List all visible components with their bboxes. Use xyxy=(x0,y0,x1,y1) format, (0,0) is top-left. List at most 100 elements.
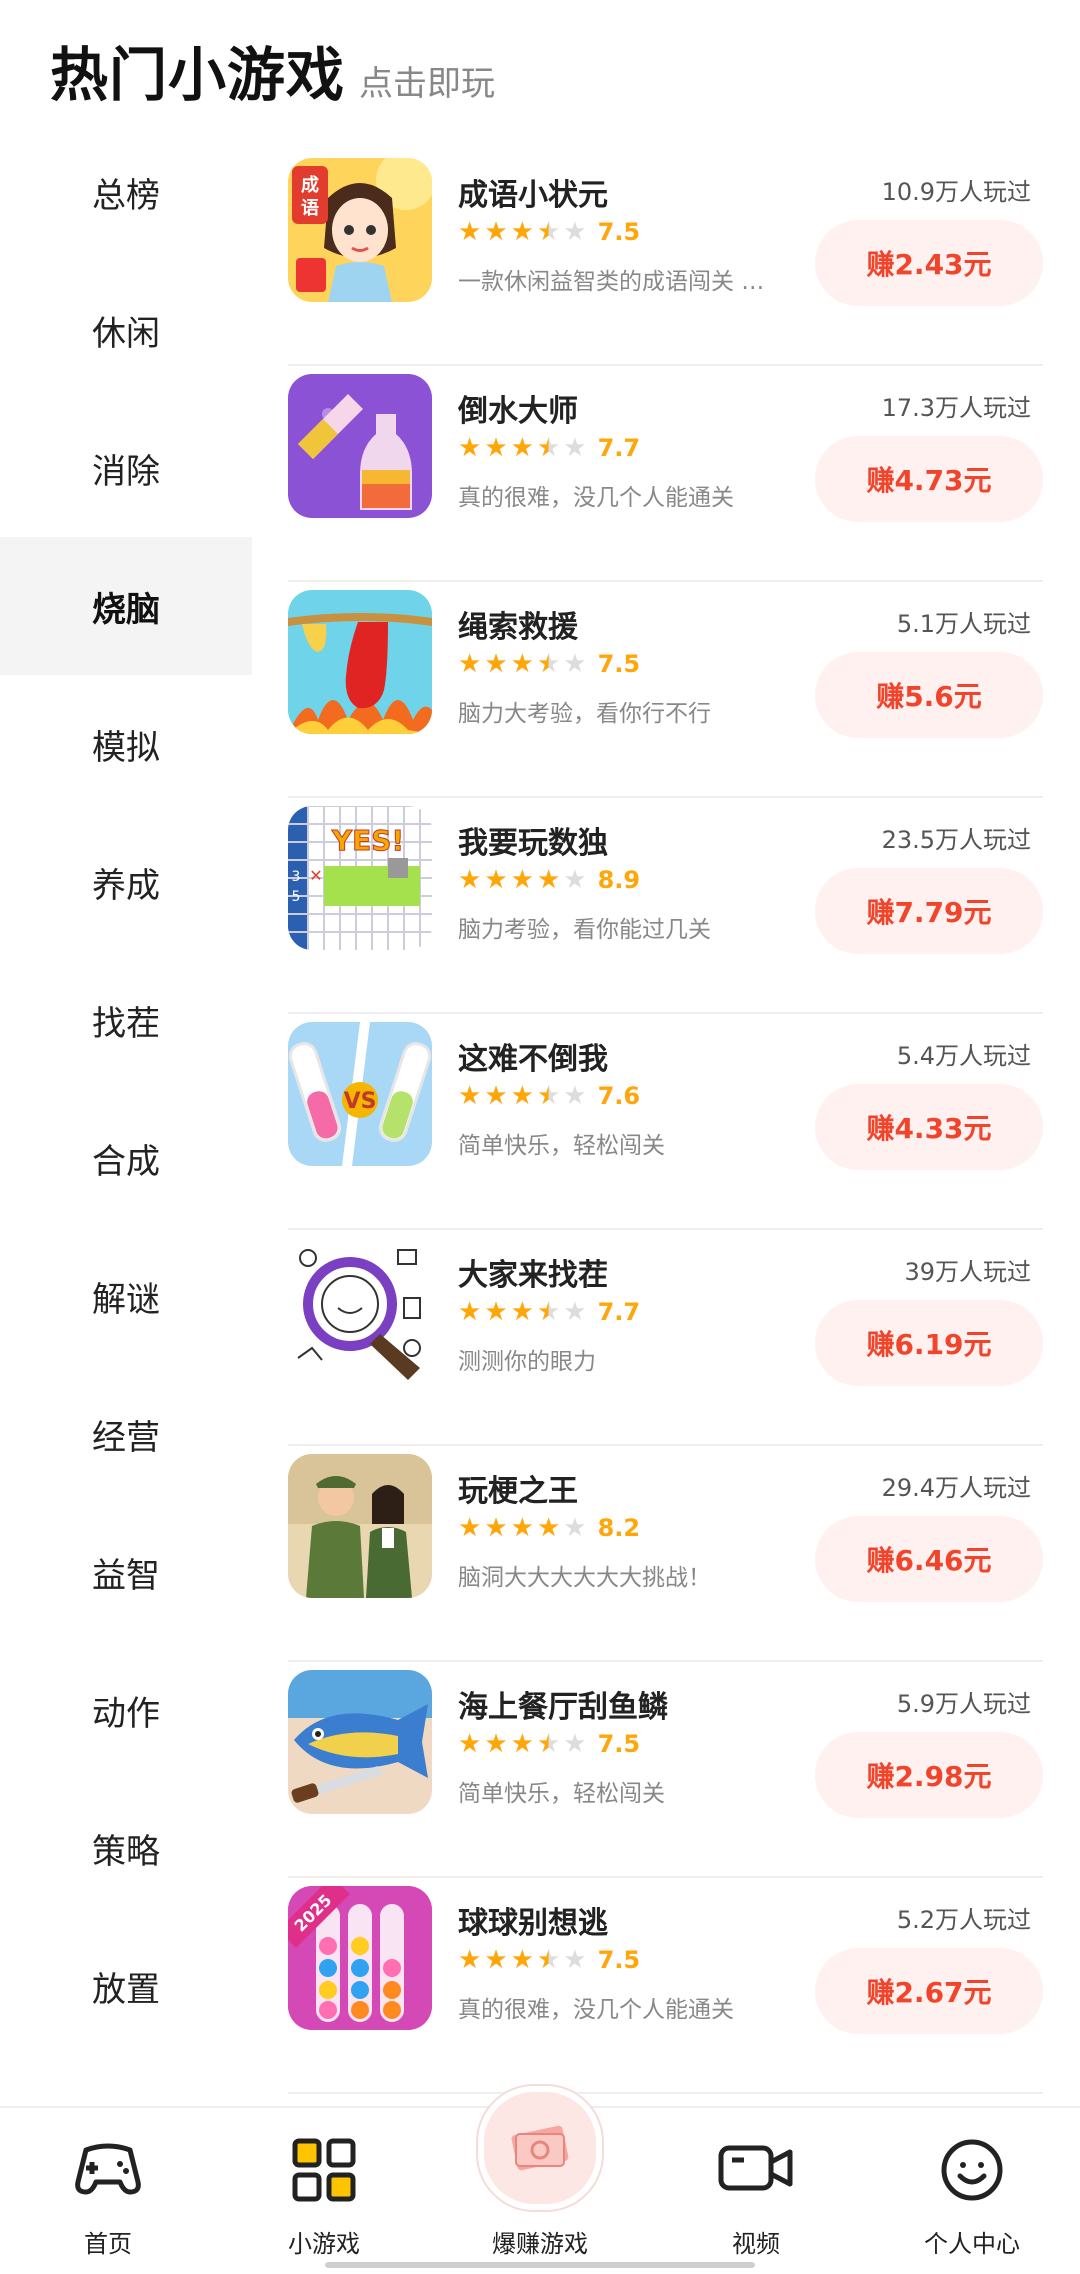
star-icon: ★ xyxy=(458,1729,482,1759)
tab-earn-games[interactable]: 爆赚游戏 xyxy=(432,2086,648,2274)
game-name: 我要玩数独 xyxy=(458,826,608,861)
idiom-game-icon[interactable]: 成语 xyxy=(288,158,432,302)
gamepad-icon xyxy=(72,2138,144,2202)
game-list-item[interactable]: 2025 球球别想逃 ★ ★ ★ ★ ★ 7.5 真的很难，没几个人能通关 5.2万人玩过 赚2.6… xyxy=(288,1878,1043,2094)
rating-score: 7.7 xyxy=(597,434,641,462)
game-list-item[interactable]: 海上餐厅刮鱼鳞 ★ ★ ★ ★ ★ 7.5 简单快乐，轻松闯关 5.9万人玩过 赚2.98元 xyxy=(288,1662,1043,1878)
star-icon: ★ xyxy=(563,865,587,895)
page-title: 热门小游戏 xyxy=(50,41,346,109)
sidebar-item[interactable]: 放置 xyxy=(0,1917,252,2055)
money-icon xyxy=(478,2086,602,2210)
video-camera-icon xyxy=(718,2138,794,2198)
earn-button[interactable]: 赚2.98元 xyxy=(815,1732,1043,1818)
sidebar-item[interactable]: 益智 xyxy=(0,1503,252,1641)
rope-rescue-game-icon[interactable] xyxy=(288,590,432,734)
sidebar-item[interactable]: 休闲 xyxy=(0,261,252,399)
earn-button[interactable]: 赚5.6元 xyxy=(815,652,1043,738)
svg-text:成: 成 xyxy=(301,174,319,196)
game-list-item[interactable]: YES! 3 5 ✕ 我要玩数独 ★ ★ ★ ★ ★ 8.9 脑力考验，看你能过几关 23.5万人玩过赚… xyxy=(288,798,1043,1014)
rating-stars: ★ ★ ★ ★ ★ 7.7 xyxy=(458,434,640,462)
sidebar-item[interactable]: 烧脑 xyxy=(0,537,252,675)
sudoku-game-icon[interactable]: YES! 3 5 ✕ xyxy=(288,806,432,950)
tab-home[interactable]: 首页 xyxy=(0,2108,216,2274)
sidebar-item[interactable]: 消除 xyxy=(0,399,252,537)
star-icon: ★ xyxy=(536,1297,561,1327)
svg-text:YES!: YES! xyxy=(331,824,404,857)
game-list-item[interactable]: 绳索救援 ★ ★ ★ ★ ★ 7.5 脑力大考验，看你行不行 5.1万人玩过 赚5.6元 xyxy=(288,582,1043,798)
tab-earn-games-label: 爆赚游戏 xyxy=(492,2230,588,2258)
sidebar-item[interactable]: 解谜 xyxy=(0,1227,252,1365)
rating-stars: ★ ★ ★ ★ ★ 8.2 xyxy=(458,1514,640,1542)
earn-button[interactable]: 赚6.19元 xyxy=(815,1300,1043,1386)
star-icon: ★ xyxy=(563,649,587,679)
game-list-item[interactable]: 成语成语小状元 ★ ★ ★ ★ ★ 7.5 一款休闲益智类的成语闯关 … 10.9万人玩过 赚2.… xyxy=(288,150,1043,366)
game-list-item[interactable]: VS 这难不倒我 ★ ★ ★ ★ ★ 7.6 简单快乐，轻松闯关 5.4万人玩过 赚4.33元 xyxy=(288,1014,1043,1230)
tube-vs-game-icon[interactable]: VS xyxy=(288,1022,432,1166)
star-icon: ★ xyxy=(536,649,561,679)
tab-home-label: 首页 xyxy=(84,2230,132,2258)
sidebar-item[interactable]: 策略 xyxy=(0,1779,252,1917)
earn-button[interactable]: 赚2.67元 xyxy=(815,1948,1043,2034)
game-list-item[interactable]: 大家来找茬 ★ ★ ★ ★ ★ 7.7 测测你的眼力 39万人玩过 赚6.19元 xyxy=(288,1230,1043,1446)
game-list: 成语成语小状元 ★ ★ ★ ★ ★ 7.5 一款休闲益智类的成语闯关 … 10.9万人玩过 赚2.… xyxy=(288,150,1043,2094)
sidebar-item[interactable]: 合成 xyxy=(0,1089,252,1227)
meme-king-game-icon[interactable] xyxy=(288,1454,432,1598)
star-icon: ★ xyxy=(484,1945,508,1975)
tab-video-label: 视频 xyxy=(732,2230,780,2258)
game-description: 一款休闲益智类的成语闯关 … xyxy=(458,269,765,295)
game-name: 大家来找茬 xyxy=(458,1258,608,1293)
star-icon: ★ xyxy=(510,1297,534,1327)
earn-button[interactable]: 赚4.33元 xyxy=(815,1084,1043,1170)
earn-button[interactable]: 赚7.79元 xyxy=(815,868,1043,954)
fish-scale-game-icon[interactable] xyxy=(288,1670,432,1814)
svg-text:语: 语 xyxy=(301,198,319,219)
category-sidebar: 总榜 休闲 消除 烧脑 模拟 养成 找茬 合成 解谜 经营 益智 动作 策略 放置 xyxy=(0,123,252,2055)
tab-profile[interactable]: 个人中心 xyxy=(864,2108,1080,2274)
earn-button[interactable]: 赚4.73元 xyxy=(815,436,1043,522)
star-icon: ★ xyxy=(563,433,587,463)
star-icon: ★ xyxy=(536,865,561,895)
game-list-item[interactable]: 倒水大师 ★ ★ ★ ★ ★ 7.7 真的很难，没几个人能通关 17.3万人玩过 赚4.73元 xyxy=(288,366,1043,582)
star-icon: ★ xyxy=(510,1081,534,1111)
star-icon: ★ xyxy=(510,649,534,679)
game-description: 真的很难，没几个人能通关 xyxy=(458,485,734,511)
magnifier-game-icon[interactable] xyxy=(288,1238,432,1382)
star-icon: ★ xyxy=(458,649,482,679)
game-description: 脑力考验，看你能过几关 xyxy=(458,917,711,943)
play-count: 10.9万人玩过 xyxy=(881,178,1031,206)
tab-minigames[interactable]: 小游戏 xyxy=(216,2108,432,2274)
earn-button[interactable]: 赚2.43元 xyxy=(815,220,1043,306)
sidebar-item[interactable]: 总榜 xyxy=(0,123,252,261)
star-icon: ★ xyxy=(458,433,482,463)
game-list-item[interactable]: 玩梗之王 ★ ★ ★ ★ ★ 8.2 脑洞大大大大大大挑战！ 29.4万人玩过 赚6.46元 xyxy=(288,1446,1043,1662)
tab-video[interactable]: 视频 xyxy=(648,2108,864,2274)
home-indicator[interactable] xyxy=(325,2262,755,2268)
rating-score: 7.7 xyxy=(597,1298,641,1326)
ball-sort-game-icon[interactable]: 2025 xyxy=(288,1886,432,2030)
star-icon: ★ xyxy=(510,433,534,463)
star-icon: ★ xyxy=(536,217,561,247)
grid-icon xyxy=(292,2138,356,2206)
play-count: 5.1万人玩过 xyxy=(896,610,1031,638)
sidebar-item[interactable]: 养成 xyxy=(0,813,252,951)
rating-stars: ★ ★ ★ ★ ★ 7.6 xyxy=(458,1082,640,1110)
star-icon: ★ xyxy=(458,1081,482,1111)
star-icon: ★ xyxy=(510,1945,534,1975)
game-description: 脑洞大大大大大大挑战！ xyxy=(458,1565,711,1591)
game-name: 这难不倒我 xyxy=(458,1042,608,1077)
tab-minigames-label: 小游戏 xyxy=(288,2230,360,2258)
smile-face-icon xyxy=(940,2138,1004,2206)
star-icon: ★ xyxy=(484,865,508,895)
play-count: 17.3万人玩过 xyxy=(881,394,1031,422)
earn-button[interactable]: 赚6.46元 xyxy=(815,1516,1043,1602)
sidebar-item[interactable]: 经营 xyxy=(0,1365,252,1503)
star-icon: ★ xyxy=(510,1513,534,1543)
star-icon: ★ xyxy=(563,1297,587,1327)
sidebar-item[interactable]: 找茬 xyxy=(0,951,252,1089)
star-icon: ★ xyxy=(536,1945,561,1975)
pour-water-game-icon[interactable] xyxy=(288,374,432,518)
sidebar-item[interactable]: 模拟 xyxy=(0,675,252,813)
star-icon: ★ xyxy=(458,865,482,895)
sidebar-item[interactable]: 动作 xyxy=(0,1641,252,1779)
star-icon: ★ xyxy=(484,649,508,679)
